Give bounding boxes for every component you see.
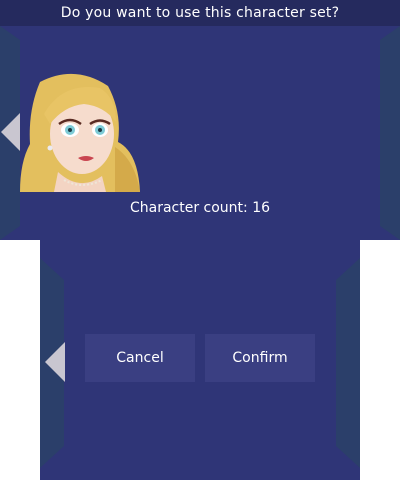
question-title: Do you want to use this character set? bbox=[0, 0, 400, 26]
character-portrait bbox=[20, 72, 140, 192]
top-screen: Do you want to use this character set? C… bbox=[0, 0, 400, 240]
back-arrow-icon[interactable] bbox=[45, 342, 65, 382]
previous-arrow-icon[interactable] bbox=[1, 113, 20, 151]
cancel-button[interactable]: Cancel bbox=[85, 334, 195, 382]
character-count-label: Character count: 16 bbox=[129, 200, 271, 216]
bottom-right-side-panel bbox=[336, 258, 360, 468]
confirm-button[interactable]: Confirm bbox=[205, 334, 315, 382]
bottom-screen: Cancel Confirm bbox=[40, 240, 360, 480]
